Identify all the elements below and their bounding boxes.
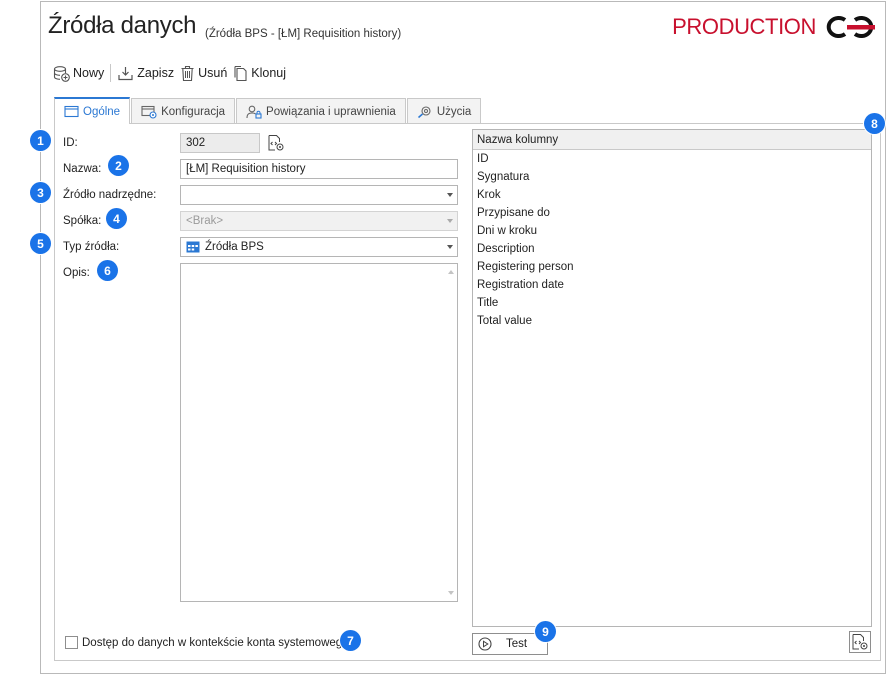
delete-button[interactable]: Usuń — [180, 65, 227, 82]
annotation-badge: 6 — [97, 260, 118, 281]
list-item[interactable]: Registration date — [473, 276, 871, 294]
annotation-badge: 4 — [106, 208, 127, 229]
scroll-up-icon[interactable] — [448, 270, 454, 274]
list-item[interactable]: Total value — [473, 312, 871, 330]
id-details-button[interactable] — [266, 133, 286, 153]
list-item[interactable]: Krok — [473, 186, 871, 204]
tab-relations-permissions[interactable]: Powiązania i uprawnienia — [236, 98, 406, 124]
gear-search-icon — [417, 105, 431, 118]
annotation-badge: 9 — [535, 621, 556, 642]
list-item[interactable]: Registering person — [473, 258, 871, 276]
user-lock-icon — [246, 105, 262, 119]
id-field: 302 — [180, 133, 260, 153]
chevron-down-icon — [447, 245, 453, 249]
save-button[interactable]: Zapisz — [117, 65, 174, 82]
tab-general-label: Ogólne — [83, 105, 121, 118]
brand-logo-icon — [826, 16, 875, 38]
environment-brand: PRODUCTION — [672, 14, 881, 40]
play-circle-icon — [478, 637, 492, 651]
annotation-badge: 5 — [30, 233, 51, 254]
list-item[interactable]: Sygnatura — [473, 168, 871, 186]
trash-icon — [181, 65, 194, 81]
save-download-icon — [118, 66, 133, 80]
annotation-badge: 2 — [108, 155, 129, 176]
copy-icon — [234, 65, 247, 81]
chevron-down-icon — [447, 219, 453, 223]
tab-relations-permissions-label: Powiązania i uprawnienia — [266, 105, 396, 118]
company-label: Spółka: — [63, 215, 102, 227]
tab-usages[interactable]: Użycia — [406, 98, 482, 124]
description-label: Opis: — [63, 267, 90, 279]
source-type-label: Typ źródła: — [63, 241, 120, 253]
tab-usages-label: Użycia — [436, 105, 472, 118]
list-item[interactable]: Dni w kroku — [473, 222, 871, 240]
company-select: <Brak> — [180, 211, 458, 231]
list-item[interactable]: Description — [473, 240, 871, 258]
toolbar-separator — [110, 64, 112, 82]
data-source-window: Źródła danych (Źródła BPS - [ŁM] Requisi… — [40, 1, 886, 674]
system-account-option[interactable]: Dostęp do danych w kontekście konta syst… — [65, 636, 349, 649]
tab-general[interactable]: Ogólne — [54, 97, 131, 124]
source-type-value: Źródła BPS — [205, 241, 264, 253]
system-account-label: Dostęp do danych w kontekście konta syst… — [82, 636, 349, 649]
clone-button-label: Klonuj — [251, 66, 287, 80]
annotation-badge: 1 — [30, 130, 51, 151]
test-button-label: Test — [506, 638, 528, 650]
list-item[interactable]: ID — [473, 150, 871, 168]
database-add-icon — [53, 65, 70, 82]
chevron-down-icon — [447, 193, 453, 197]
window-gear-icon — [141, 105, 157, 119]
name-label: Nazwa: — [63, 163, 102, 175]
toolbar: Nowy Zapisz Usuń Klonuj — [53, 62, 292, 84]
delete-button-label: Usuń — [198, 66, 228, 80]
tab-configuration[interactable]: Konfiguracja — [131, 98, 236, 124]
window-icon — [64, 105, 79, 118]
system-account-checkbox[interactable] — [65, 636, 78, 649]
clone-button[interactable]: Klonuj — [233, 65, 286, 82]
id-label: ID: — [63, 137, 78, 149]
page-subtitle: (Źródła BPS - [ŁM] Requisition history) — [205, 28, 402, 40]
parent-source-label: Źródło nadrzędne: — [63, 189, 157, 201]
new-button-label: Nowy — [73, 66, 105, 80]
description-textarea[interactable] — [180, 263, 458, 602]
scroll-down-icon[interactable] — [448, 591, 454, 595]
annotation-badge: 8 — [864, 113, 885, 134]
page-title: Źródła danych — [48, 12, 197, 39]
source-type-select[interactable]: Źródła BPS — [180, 237, 458, 257]
general-tab-panel: ID: 302 Nazwa: [ŁM] Requisition history … — [54, 123, 881, 661]
bps-table-icon — [186, 241, 200, 253]
new-button[interactable]: Nowy — [53, 65, 104, 82]
brand-label: PRODUCTION — [672, 14, 816, 39]
columns-header: Nazwa kolumny — [473, 130, 871, 150]
annotation-badge: 7 — [340, 630, 361, 651]
company-value: <Brak> — [186, 215, 224, 227]
list-item[interactable]: Przypisane do — [473, 204, 871, 222]
columns-details-button[interactable] — [849, 631, 871, 653]
tab-bar: Ogólne Konfiguracja Powiązania i uprawni… — [54, 97, 482, 124]
parent-source-select[interactable] — [180, 185, 458, 205]
annotation-badge: 3 — [30, 182, 51, 203]
save-button-label: Zapisz — [137, 66, 175, 80]
name-input[interactable]: [ŁM] Requisition history — [180, 159, 458, 179]
code-gear-icon — [268, 135, 284, 151]
list-item[interactable]: Title — [473, 294, 871, 312]
code-gear-icon — [852, 634, 868, 650]
tab-configuration-label: Konfiguracja — [161, 105, 226, 118]
columns-list: Nazwa kolumny ID Sygnatura Krok Przypisa… — [472, 129, 872, 627]
